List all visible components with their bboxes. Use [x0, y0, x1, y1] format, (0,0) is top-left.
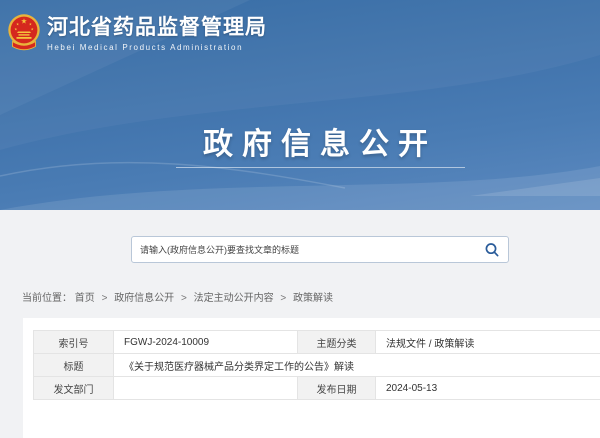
table-row-department-date: 发文部门 发布日期 2024-05-13: [34, 377, 600, 400]
search-box: [131, 236, 509, 263]
site-titles: 河北省药品监督管理局 Hebei Medical Products Admini…: [47, 13, 267, 52]
search-button[interactable]: [476, 237, 508, 262]
breadcrumb-separator: >: [280, 293, 286, 304]
site-header: 河北省药品监督管理局 Hebei Medical Products Admini…: [7, 13, 267, 53]
topic-category-value: 法规文件 / 政策解读: [376, 331, 600, 354]
title-label: 标题: [34, 354, 114, 377]
breadcrumb-item-policy-interpretation: 政策解读: [293, 293, 333, 304]
info-table: 索引号 FGWJ-2024-10009 主题分类 法规文件 / 政策解读 标题 …: [33, 330, 600, 400]
breadcrumb: 当前位置： 首页 > 政府信息公开 > 法定主动公开内容 > 政策解读: [22, 289, 333, 304]
page-title: 政府信息公开: [203, 119, 437, 163]
breadcrumb-separator: >: [181, 293, 187, 304]
table-row-title: 标题 《关于规范医疗器械产品分类界定工作的公告》解读: [34, 354, 600, 377]
banner: 河北省药品监督管理局 Hebei Medical Products Admini…: [0, 0, 600, 210]
breadcrumb-item-proactive-disclosure[interactable]: 法定主动公开内容: [194, 293, 274, 304]
title-underline: [176, 167, 465, 168]
breadcrumb-separator: >: [102, 293, 108, 304]
breadcrumb-label: 当前位置：: [22, 293, 72, 304]
breadcrumb-item-home[interactable]: 首页: [75, 293, 95, 304]
issuing-department-value: [114, 377, 298, 400]
issuing-department-label: 发文部门: [34, 377, 114, 400]
search-icon: [484, 242, 500, 258]
publish-date-value: 2024-05-13: [376, 377, 600, 400]
index-number-label: 索引号: [34, 331, 114, 354]
china-national-emblem-icon: [7, 13, 41, 53]
site-name-en: Hebei Medical Products Administration: [47, 43, 267, 52]
publish-date-label: 发布日期: [298, 377, 376, 400]
site-name: 河北省药品监督管理局: [47, 16, 267, 40]
title-value: 《关于规范医疗器械产品分类界定工作的公告》解读: [114, 354, 600, 377]
table-row-index-category: 索引号 FGWJ-2024-10009 主题分类 法规文件 / 政策解读: [34, 331, 600, 354]
page: { "header": { "site_name": "河北省药品监督管理局",…: [0, 0, 600, 400]
search-input[interactable]: [132, 245, 476, 255]
topic-category-label: 主题分类: [298, 331, 376, 354]
breadcrumb-item-info-disclosure[interactable]: 政府信息公开: [114, 293, 174, 304]
index-number-value: FGWJ-2024-10009: [114, 331, 298, 354]
